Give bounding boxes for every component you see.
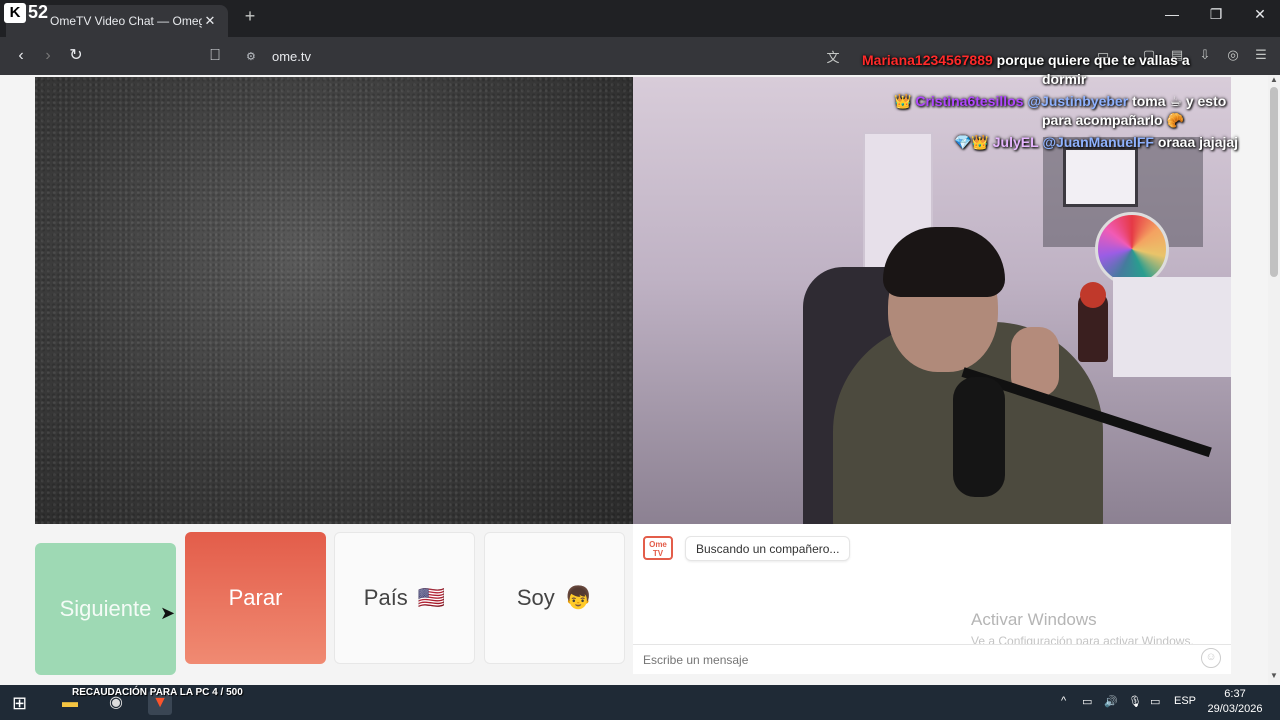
- close-tab-icon[interactable]: ✕: [202, 13, 218, 29]
- ometv-logo-icon: Ome TV: [643, 536, 673, 560]
- microphone-icon[interactable]: 🎙: [1128, 695, 1142, 708]
- donation-goal-overlay: RECAUDACIÓN PARA LA PC 4 / 500: [72, 687, 243, 698]
- partner-video: [35, 77, 633, 524]
- sidebar-icon[interactable]: ▢: [1140, 47, 1158, 65]
- tray-expand-icon[interactable]: ^: [1061, 695, 1066, 707]
- prize-wheel: [1095, 212, 1169, 286]
- stop-button[interactable]: Parar: [185, 532, 326, 664]
- menu-icon[interactable]: ☰: [1252, 47, 1270, 65]
- download-icon[interactable]: ⇩: [1196, 47, 1214, 65]
- page-scrollbar[interactable]: ▲ ▼: [1268, 75, 1280, 685]
- close-window-icon[interactable]: ✕: [1240, 6, 1280, 30]
- chat-panel: Ome TV Buscando un compañero... Activar …: [633, 524, 1231, 674]
- us-flag-icon: 🇺🇸: [417, 585, 446, 610]
- bookmark-icon[interactable]: ⎕: [204, 45, 226, 67]
- reload-icon[interactable]: ↻: [65, 45, 87, 67]
- clock[interactable]: 6:37 29/03/2026: [1196, 687, 1274, 717]
- counter-value: 52: [28, 2, 49, 22]
- microphone: [953, 377, 1005, 497]
- static-noise: [35, 77, 633, 524]
- translate-icon[interactable]: 文: [824, 47, 842, 65]
- gender-label: Soy: [516, 585, 555, 610]
- country-label: País: [363, 585, 408, 610]
- next-button[interactable]: Siguiente: [35, 543, 176, 675]
- boy-icon: 👦: [564, 585, 593, 610]
- kick-logo-icon: K: [4, 2, 26, 23]
- forward-icon[interactable]: ›: [37, 45, 59, 67]
- new-tab-icon[interactable]: +: [240, 6, 260, 30]
- windows-start-icon[interactable]: ⊞: [12, 693, 32, 713]
- whiteboard: [1063, 147, 1138, 207]
- next-label: Siguiente: [59, 596, 152, 621]
- windows-taskbar: ⊞ ▬ ◉ ▼ RECAUDACIÓN PARA LA PC 4 / 500 ^…: [0, 685, 1280, 720]
- network-icon[interactable]: ▭: [1082, 695, 1092, 708]
- stream-counter-overlay: K 52: [4, 2, 48, 23]
- windows-watermark-title: Activar Windows: [971, 610, 1097, 629]
- status-message: Buscando un compañero...: [685, 536, 851, 561]
- vpn-icon[interactable]: ◎: [1224, 47, 1242, 65]
- browser-toolbar: ‹ › ↻ ⎕ ⚙ ome.tv 文 ▭ ▢ ▤ ⇩ ◎ ☰: [0, 37, 1280, 75]
- back-icon[interactable]: ‹: [10, 45, 32, 67]
- extensions-icon[interactable]: ▭: [1094, 47, 1112, 65]
- clock-time: 6:37: [1224, 688, 1246, 700]
- ometv-page: Siguiente Parar País 🇺🇸 Soy 👦 ➤ Ome TV B…: [0, 75, 1280, 685]
- address-bar[interactable]: ome.tv: [272, 49, 311, 64]
- stop-label: Parar: [228, 585, 283, 610]
- tab-title: OmeTV Video Chat — Omegl: [50, 14, 202, 28]
- clock-date: 29/03/2026: [1207, 703, 1263, 715]
- language-indicator[interactable]: ESP: [1174, 695, 1196, 707]
- site-info-icon[interactable]: ⚙: [246, 50, 256, 63]
- volume-icon[interactable]: 🔊: [1104, 695, 1118, 708]
- scroll-down-icon[interactable]: ▼: [1270, 671, 1278, 680]
- self-video: [633, 77, 1231, 524]
- gender-button[interactable]: Soy 👦: [484, 532, 625, 664]
- country-button[interactable]: País 🇺🇸: [334, 532, 475, 664]
- wallet-icon[interactable]: ▤: [1168, 47, 1186, 65]
- mouse-cursor-icon: ➤: [160, 603, 176, 623]
- doll-head: [1080, 282, 1106, 308]
- message-input[interactable]: [633, 644, 1231, 674]
- battery-icon[interactable]: ▭: [1150, 695, 1160, 708]
- browser-tab-bar: OmeTV Video Chat — Omegl ✕ K 52 + — ❐ ✕: [0, 0, 1280, 37]
- emoji-picker-icon[interactable]: ☺: [1201, 648, 1221, 668]
- desk: [1113, 277, 1231, 377]
- minimize-icon[interactable]: —: [1152, 6, 1192, 30]
- scroll-thumb[interactable]: [1270, 87, 1278, 277]
- scroll-up-icon[interactable]: ▲: [1270, 75, 1278, 84]
- maximize-icon[interactable]: ❐: [1196, 6, 1236, 30]
